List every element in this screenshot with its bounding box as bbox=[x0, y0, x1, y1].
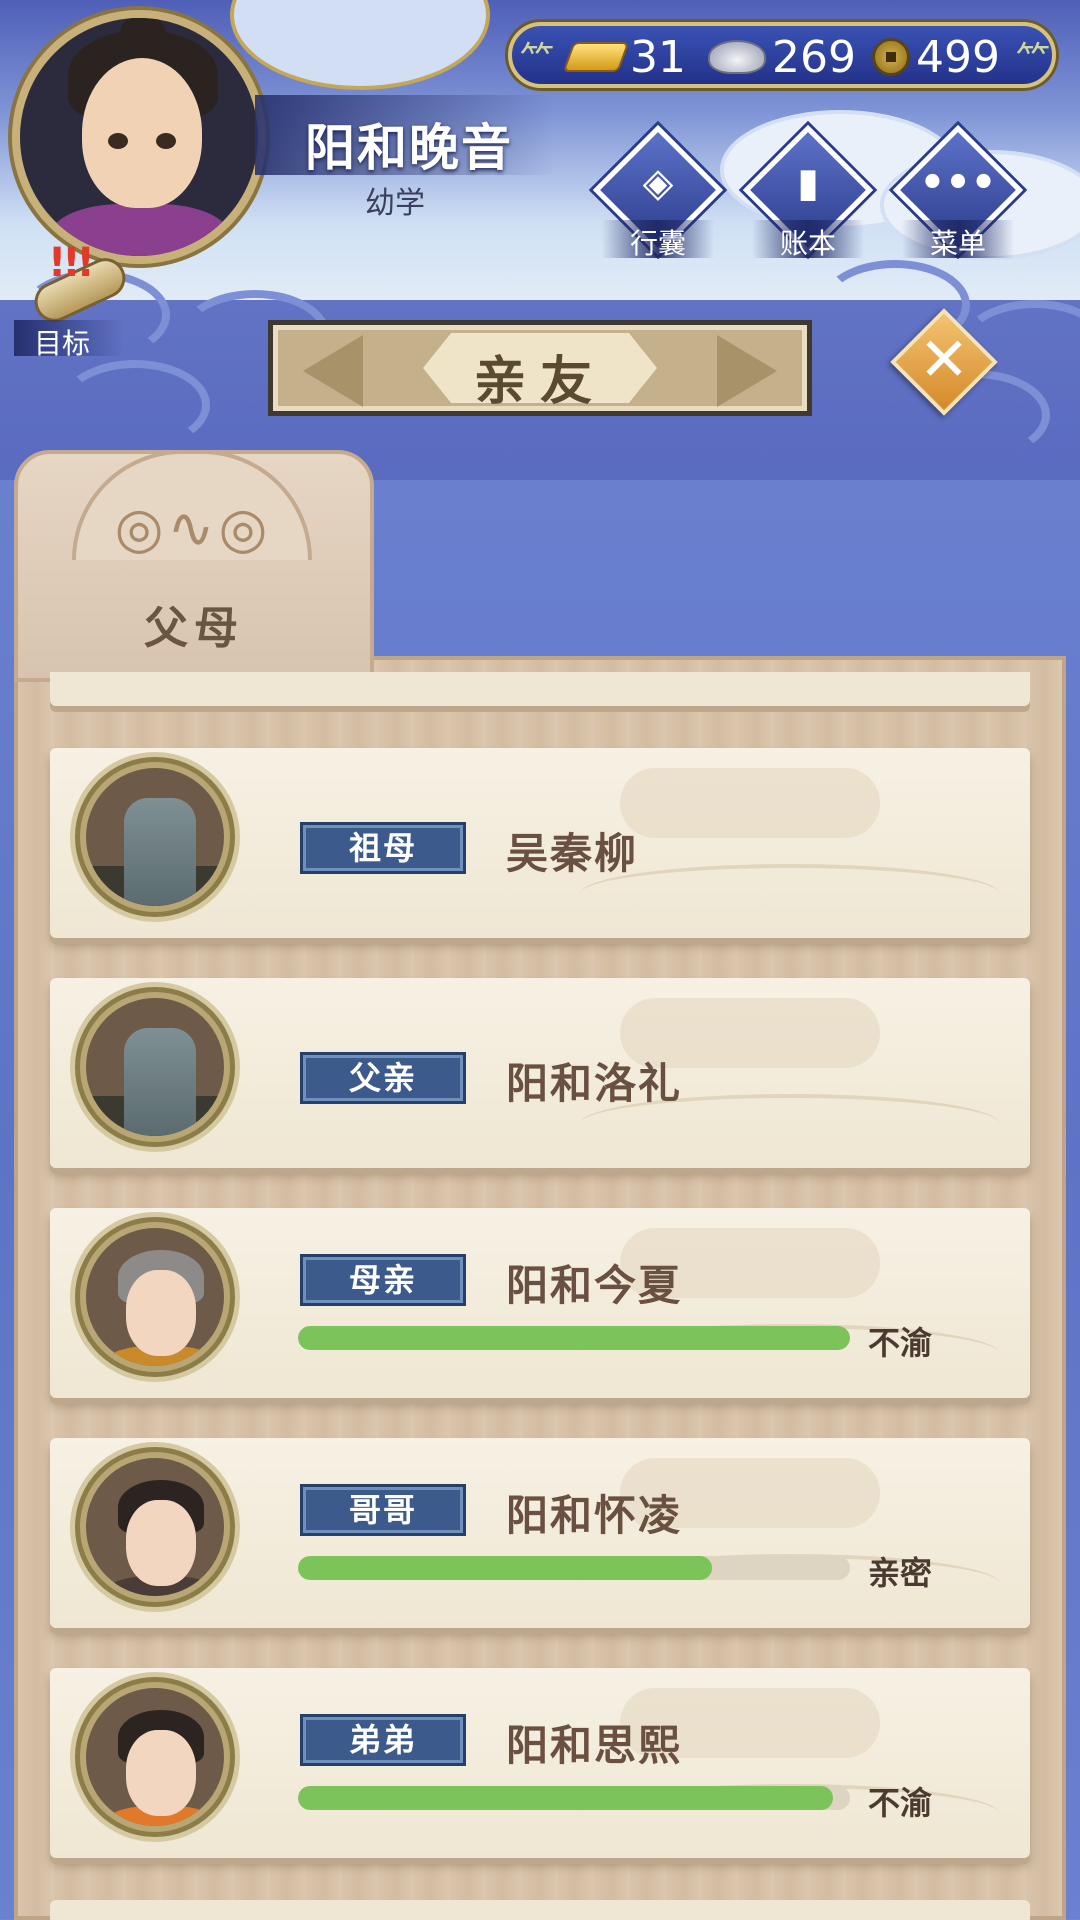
relationship-bar bbox=[298, 1786, 850, 1810]
relative-card[interactable]: 父亲 阳和洛礼 bbox=[50, 978, 1030, 1168]
close-icon: ✕ bbox=[918, 325, 970, 395]
player-stage: 幼学 bbox=[365, 186, 425, 221]
goal-button[interactable]: !!! 目标 bbox=[14, 240, 134, 360]
currency-copper-value: 499 bbox=[916, 31, 1000, 83]
relative-portrait bbox=[80, 1682, 230, 1832]
relative-portrait bbox=[80, 1452, 230, 1602]
copper-coin-icon bbox=[872, 38, 910, 76]
relationship-bar bbox=[298, 1556, 850, 1580]
bag-icon: ◈ bbox=[642, 160, 674, 206]
gold-ingot-icon bbox=[562, 42, 630, 72]
currency-bar: ⺮ 31 269 499 ⺮ bbox=[508, 22, 1056, 88]
ledger-button[interactable]: ▮ 账本 bbox=[742, 124, 874, 260]
relative-role-tag: 弟弟 bbox=[300, 1714, 466, 1766]
relative-portrait-tombstone bbox=[80, 762, 230, 912]
relationship-status: 亲密 bbox=[868, 1554, 933, 1592]
bag-label: 行囊 bbox=[629, 227, 686, 260]
currency-copper: 499 bbox=[872, 30, 1000, 84]
currency-gold-value: 31 bbox=[630, 31, 686, 83]
goal-label: 目标 bbox=[34, 327, 91, 360]
relative-name: 阳和思熙 bbox=[506, 1721, 683, 1770]
ledger-label: 账本 bbox=[779, 227, 836, 260]
relative-card[interactable]: 母亲 阳和今夏 不渝 bbox=[50, 1208, 1030, 1398]
tombstone-icon bbox=[124, 798, 196, 906]
more-icon: ••• bbox=[919, 160, 997, 206]
relative-card[interactable]: 哥哥 阳和怀凌 亲密 bbox=[50, 1438, 1030, 1628]
relationship-status: 不渝 bbox=[868, 1324, 933, 1362]
menu-button[interactable]: ••• 菜单 bbox=[892, 124, 1024, 260]
relative-portrait-tombstone bbox=[80, 992, 230, 1142]
relative-role-tag: 哥哥 bbox=[300, 1484, 466, 1536]
list-item-partial bbox=[50, 672, 1030, 706]
alert-icon: !!! bbox=[48, 240, 95, 286]
relative-card[interactable]: 弟弟 阳和思熙 不渝 bbox=[50, 1668, 1030, 1858]
silver-ingot-icon bbox=[708, 40, 766, 74]
relative-card[interactable]: 祖母 吴秦柳 bbox=[50, 748, 1030, 938]
title-banner: 亲友 bbox=[268, 320, 812, 416]
relationship-bar bbox=[298, 1326, 850, 1350]
relative-name: 吴秦柳 bbox=[506, 829, 639, 878]
tombstone-icon bbox=[124, 1028, 196, 1136]
tab-parents-label: 父母 bbox=[144, 603, 244, 654]
relative-portrait bbox=[80, 1222, 230, 1372]
player-avatar[interactable] bbox=[12, 10, 266, 264]
cloud-ornament-icon: ◎∿◎ bbox=[114, 496, 272, 561]
currency-silver: 269 bbox=[708, 30, 856, 84]
relative-role-tag: 母亲 bbox=[300, 1254, 466, 1306]
relatives-list[interactable]: 祖母 吴秦柳 父亲 阳和洛礼 母亲 阳和今夏 不渝 哥哥 阳和怀凌 亲密 弟弟 … bbox=[14, 672, 1066, 1920]
bamboo-icon: ⺮ bbox=[520, 40, 554, 80]
relative-role-tag: 父亲 bbox=[300, 1052, 466, 1104]
bamboo-icon: ⺮ bbox=[1016, 40, 1050, 80]
list-item-partial bbox=[50, 1900, 1030, 1920]
relative-name: 阳和洛礼 bbox=[506, 1059, 683, 1108]
currency-silver-value: 269 bbox=[772, 31, 856, 83]
relative-role-tag: 祖母 bbox=[300, 822, 466, 874]
player-name: 阳和晚音 bbox=[305, 119, 513, 177]
relationship-status: 不渝 bbox=[868, 1784, 933, 1822]
ledger-icon: ▮ bbox=[796, 160, 819, 206]
bag-button[interactable]: ◈ 行囊 bbox=[592, 124, 724, 260]
relative-name: 阳和今夏 bbox=[506, 1261, 683, 1310]
menu-label: 菜单 bbox=[929, 227, 986, 260]
relative-name: 阳和怀凌 bbox=[506, 1491, 683, 1540]
currency-gold: 31 bbox=[562, 30, 686, 84]
page-title: 亲友 bbox=[473, 352, 606, 412]
